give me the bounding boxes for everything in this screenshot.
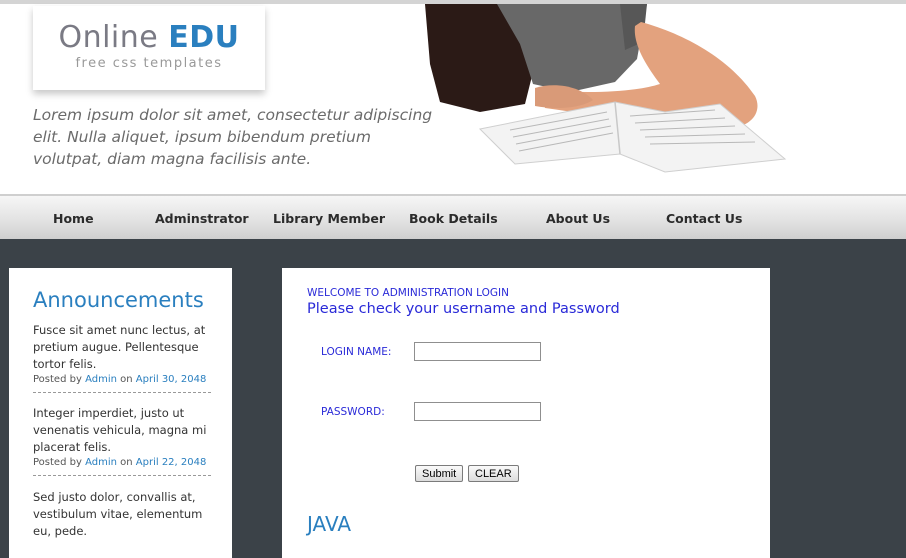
posted-by-label: Posted by	[33, 374, 82, 385]
header-tagline: Lorem ipsum dolor sit amet, consectetur …	[33, 106, 433, 168]
announcement-text: Fusce sit amet nunc lectus, at pretium a…	[33, 323, 206, 371]
logo-title-accent: EDU	[168, 20, 240, 55]
submit-button[interactable]: Submit	[415, 465, 464, 482]
announcement-divider	[33, 392, 211, 393]
logo-subtitle: free css templates	[75, 56, 223, 71]
date-link[interactable]: April 22, 2048	[136, 457, 207, 468]
announcement-text: Sed justo dolor, convallis at, vestibulu…	[33, 490, 203, 538]
on-label: on	[120, 457, 133, 468]
nav-contact-us[interactable]: Contact Us	[666, 211, 742, 226]
announcement-item: Sed justo dolor, convallis at, vestibulu…	[33, 489, 211, 540]
password-input[interactable]	[414, 402, 541, 421]
site-logo[interactable]: Online EDU free css templates	[33, 6, 265, 90]
announcements-title: Announcements	[33, 288, 204, 312]
hero-image	[425, 4, 787, 173]
login-instruction: Please check your username and Password	[307, 301, 620, 317]
clear-button[interactable]: CLEAR	[468, 465, 519, 482]
password-label: PASSWORD:	[321, 406, 385, 418]
logo-title: Online EDU	[33, 20, 265, 55]
announcement-meta: Posted by Admin on April 22, 2048	[33, 457, 211, 468]
welcome-heading: WELCOME TO ADMINISTRATION LOGIN	[307, 287, 509, 299]
announcement-item: Fusce sit amet nunc lectus, at pretium a…	[33, 322, 211, 393]
login-panel: WELCOME TO ADMINISTRATION LOGIN Please c…	[282, 268, 770, 558]
announcement-divider	[33, 475, 211, 476]
nav-administrator[interactable]: Adminstrator	[155, 211, 249, 226]
login-name-input[interactable]	[414, 342, 541, 361]
announcement-meta: Posted by Admin on April 30, 2048	[33, 374, 211, 385]
logo-title-main: Online	[58, 20, 159, 55]
login-name-label: LOGIN NAME:	[321, 346, 392, 358]
date-link[interactable]: April 30, 2048	[136, 374, 207, 385]
announcement-text: Integer imperdiet, justo ut venenatis ve…	[33, 406, 207, 454]
nav-library-member[interactable]: Library Member	[273, 211, 385, 226]
on-label: on	[120, 374, 133, 385]
nav-home[interactable]: Home	[53, 211, 94, 226]
section-heading: JAVA	[307, 512, 352, 536]
nav-book-details[interactable]: Book Details	[409, 211, 498, 226]
author-link[interactable]: Admin	[85, 457, 117, 468]
author-link[interactable]: Admin	[85, 374, 117, 385]
announcement-item: Integer imperdiet, justo ut venenatis ve…	[33, 405, 211, 476]
announcements-sidebar: Announcements Fusce sit amet nunc lectus…	[9, 268, 232, 558]
header: Online EDU free css templates Lorem ipsu…	[0, 0, 906, 194]
main-navigation: Home Adminstrator Library Member Book De…	[0, 194, 906, 239]
posted-by-label: Posted by	[33, 457, 82, 468]
nav-about-us[interactable]: About Us	[546, 211, 610, 226]
